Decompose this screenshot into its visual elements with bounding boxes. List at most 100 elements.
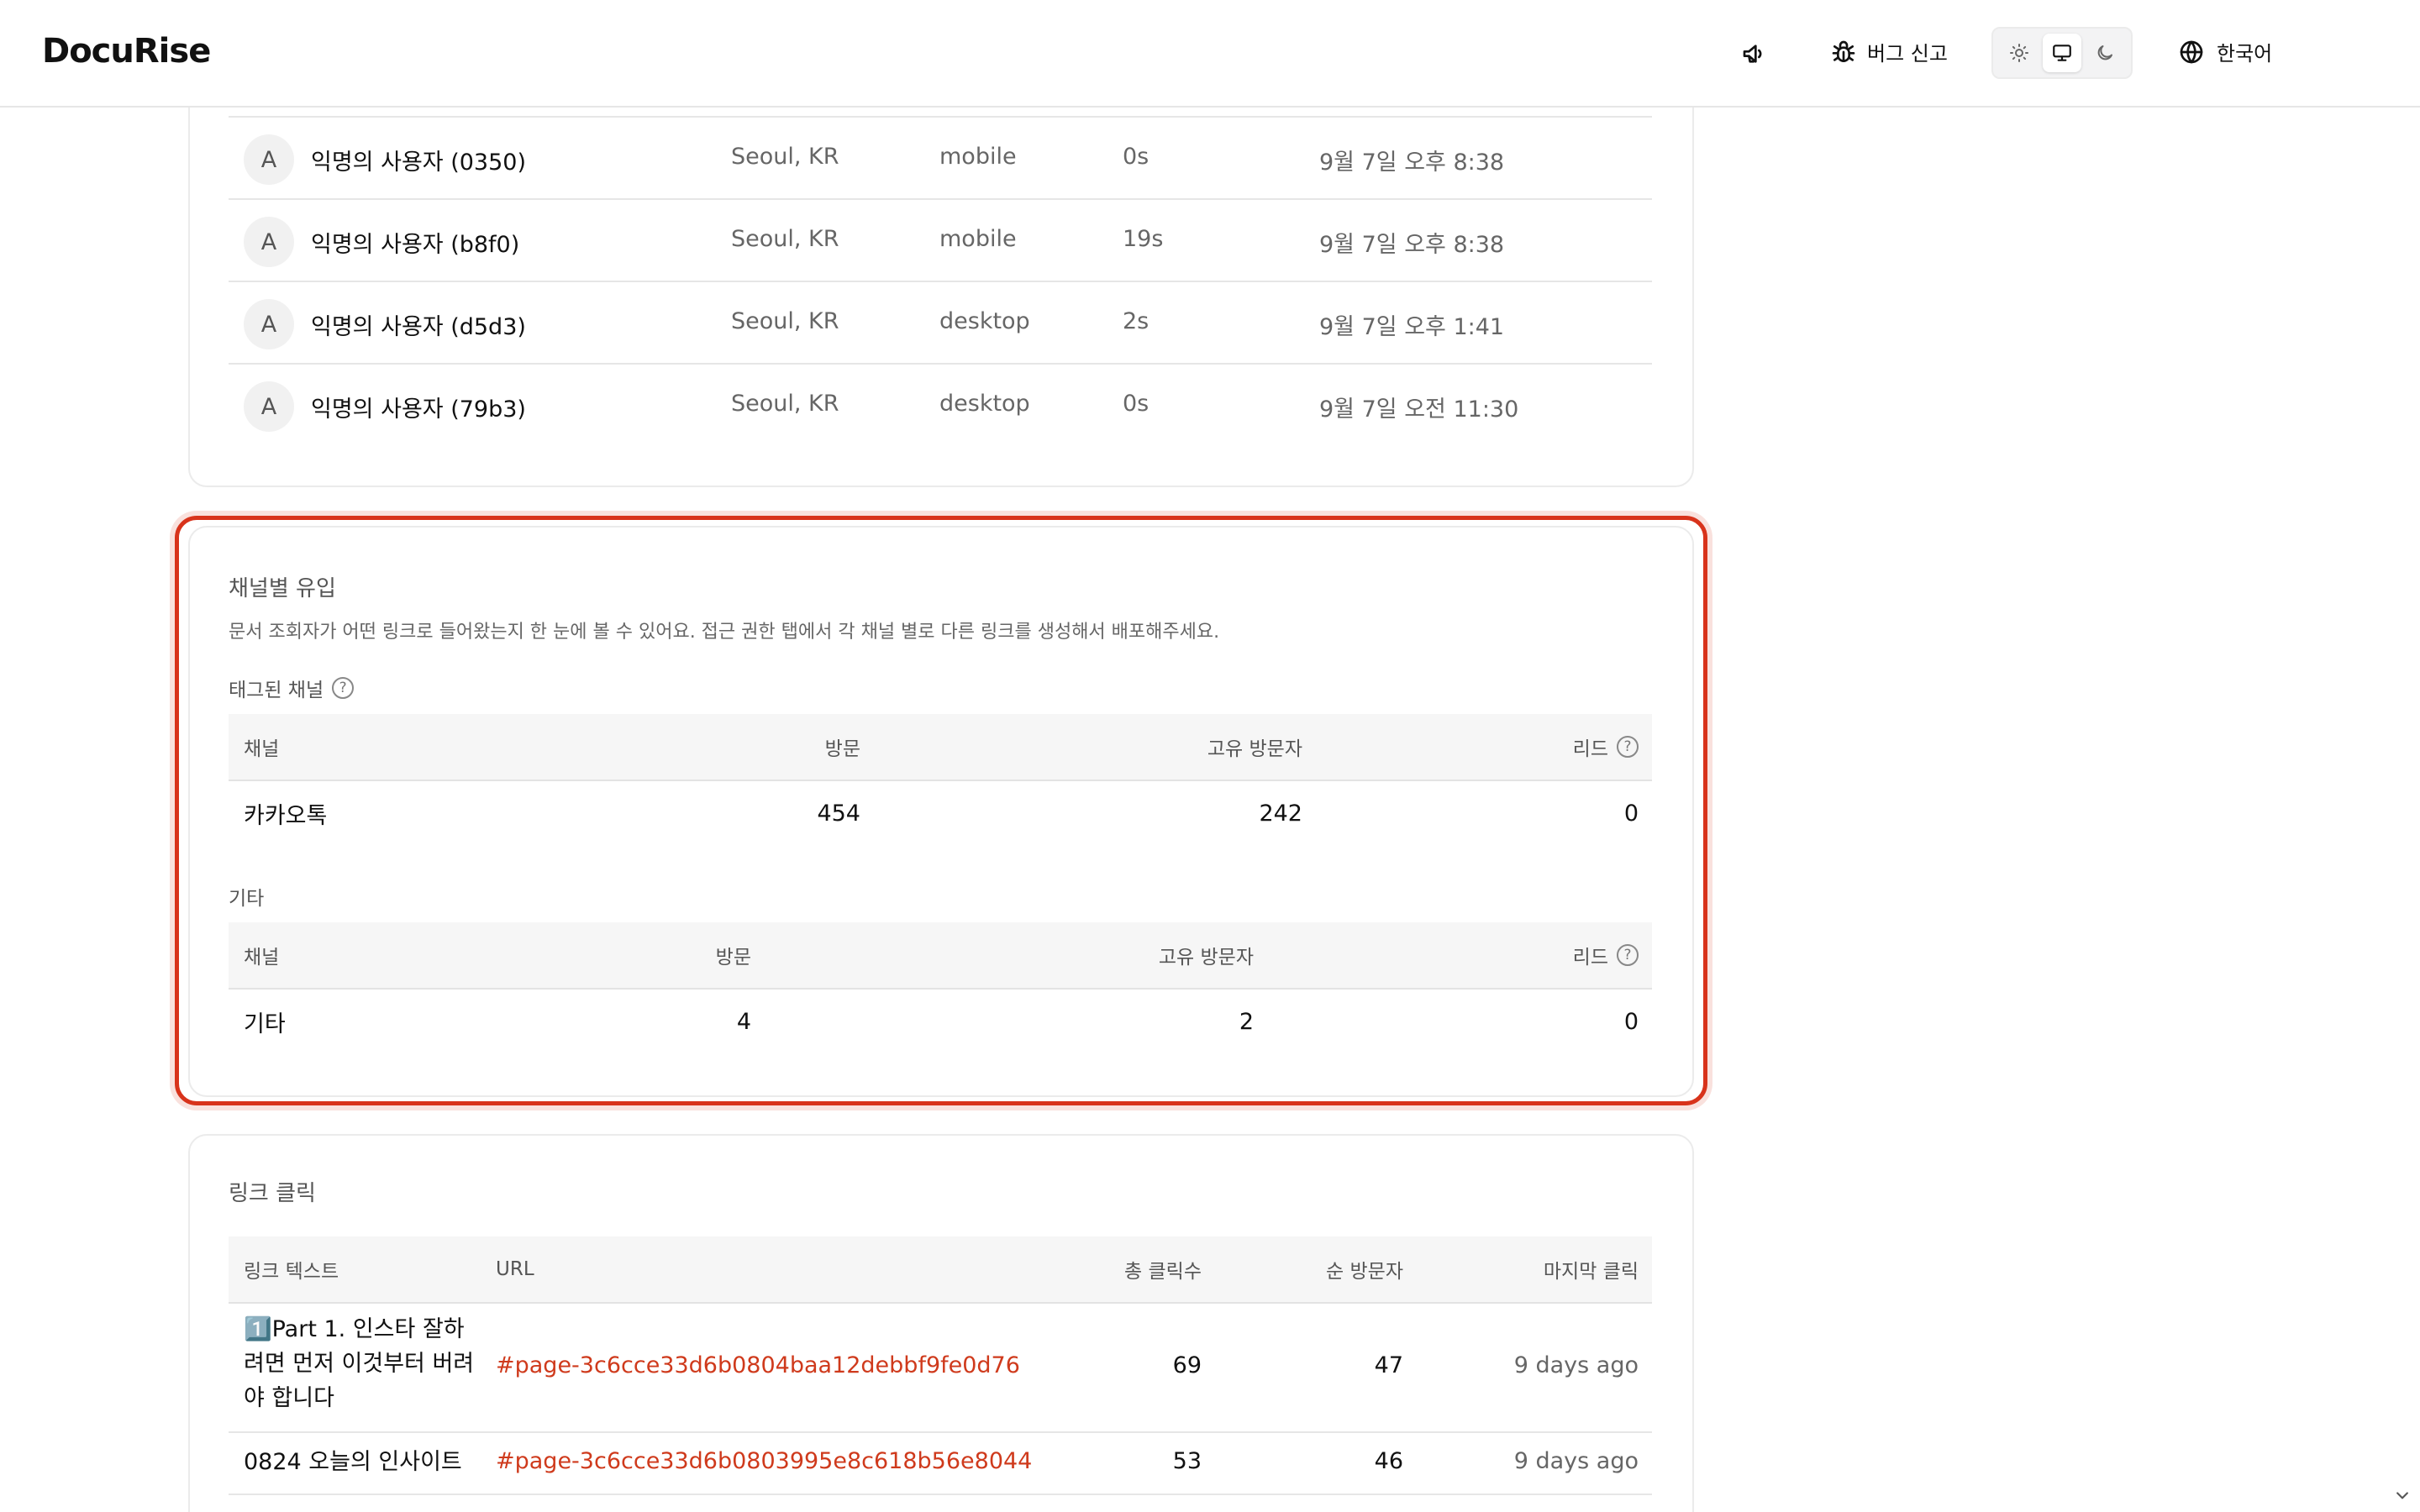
channel-visits: 454 [817, 800, 860, 827]
system-theme-button[interactable] [2042, 34, 2081, 72]
visitor-duration: 2s [1123, 308, 1150, 334]
link-text-line: 야 합니다 [244, 1385, 334, 1411]
visitor-row[interactable]: A 익명의 사용자 (79b3) Seoul, KR desktop 0s 9월… [229, 365, 1652, 447]
column-header-unique-visitors: 고유 방문자 [1158, 947, 1254, 969]
visitor-name: 익명의 사용자 (0350) [311, 150, 526, 176]
column-header-leads-text: 리드 [1572, 947, 1608, 969]
link-clicks-title: 링크 클릭 [229, 1181, 316, 1206]
channel-name: 기타 [244, 1011, 286, 1037]
logo[interactable]: DocuRise [42, 32, 211, 71]
megaphone-icon [1743, 45, 1762, 63]
dark-theme-button[interactable] [2086, 34, 2124, 72]
link-text-line: 0824 오늘의 인사이트 [244, 1449, 462, 1475]
visitor-row[interactable]: A 익명의 사용자 (b8f0) Seoul, KR mobile 19s 9월… [229, 200, 1652, 282]
column-header-visits: 방문 [824, 738, 860, 760]
last-click: 9 days ago [1513, 1448, 1639, 1474]
tagged-channel-label-text: 태그된 채널 [229, 680, 324, 701]
column-header-total-clicks: 총 클릭수 [1124, 1261, 1202, 1283]
visitor-duration: 19s [1123, 226, 1164, 252]
table-row[interactable]: 0824 오늘의 인사이트 #page-3c6cce33d6b0803995e8… [229, 1433, 1652, 1495]
visitor-name: 익명의 사용자 (79b3) [311, 396, 526, 423]
channel-unique-visitors: 242 [1259, 800, 1302, 827]
other-channel-label: 기타 [229, 882, 264, 911]
avatar: A [244, 217, 294, 267]
avatar: A [244, 381, 294, 432]
table-row[interactable]: 기타 4 2 0 [229, 990, 1652, 1053]
sun-icon [2010, 44, 2029, 62]
tagged-channel-label: 태그된 채널 ? [229, 674, 355, 702]
column-header-leads: 리드 ? [1573, 714, 1639, 780]
announcement-button[interactable] [1736, 35, 1773, 72]
bug-icon [1832, 40, 1855, 62]
link-url[interactable]: #page-3c6cce33d6b0804baa12debbf9fe0d76 [496, 1352, 1020, 1378]
visitor-name: 익명의 사용자 (b8f0) [311, 232, 520, 258]
channel-leads: 0 [1623, 1008, 1639, 1035]
link-text-line: 려면 먼저 이것부터 버려 [244, 1351, 475, 1377]
column-header-channel: 채널 [244, 738, 280, 760]
channel-section-description: 문서 조회자가 어떤 링크로 들어왔는지 한 눈에 볼 수 있어요. 접근 권한… [229, 622, 1220, 643]
visitor-location: Seoul, KR [731, 391, 839, 417]
visitor-location: Seoul, KR [731, 144, 839, 170]
column-header-link-text: 링크 텍스트 [244, 1261, 339, 1283]
visitor-name: 익명의 사용자 (d5d3) [311, 314, 526, 340]
language-label: 한국어 [2217, 42, 2273, 66]
visitor-row[interactable]: A 익명의 사용자 (0350) Seoul, KR mobile 0s 9월 … [229, 116, 1652, 200]
channel-visits: 4 [736, 1008, 751, 1035]
chevron-down-icon [2396, 1492, 2408, 1499]
total-clicks: 69 [1172, 1352, 1202, 1378]
link-text-line: 1️⃣Part 1. 인스타 잘하 [244, 1316, 465, 1342]
column-header-channel: 채널 [244, 947, 280, 969]
total-clicks: 53 [1172, 1448, 1202, 1474]
visitor-duration: 0s [1123, 391, 1150, 417]
visitor-device: desktop [939, 308, 1030, 334]
column-header-last-click: 마지막 클릭 [1543, 1261, 1639, 1283]
visitor-device: mobile [939, 226, 1017, 252]
visitor-time: 9월 7일 오후 1:41 [1319, 314, 1505, 340]
scroll-down-chevron[interactable] [2391, 1487, 2413, 1507]
other-channel-label-text: 기타 [229, 888, 265, 910]
channel-leads: 0 [1623, 800, 1639, 827]
monitor-icon [2053, 45, 2071, 61]
bug-report-label: 버그 신고 [1867, 42, 1948, 66]
channel-section-title: 채널별 유입 [229, 576, 336, 601]
visitor-device: desktop [939, 391, 1030, 417]
link-text: 1️⃣Part 1. 인스타 잘하 려면 먼저 이것부터 버려 야 합니다 [244, 1312, 474, 1415]
tagged-table-header: 채널 방문 고유 방문자 리드 ? [229, 714, 1652, 781]
bug-report-button[interactable]: 버그 신고 [1830, 37, 1948, 66]
column-header-leads-text: 리드 [1572, 738, 1608, 760]
other-table-header: 채널 방문 고유 방문자 리드 ? [229, 922, 1652, 990]
column-header-url: URL [496, 1258, 534, 1280]
channel-name: 카카오톡 [244, 802, 328, 829]
visitor-time: 9월 7일 오전 11:30 [1319, 396, 1519, 423]
channel-unique-visitors: 2 [1239, 1008, 1254, 1035]
top-header: DocuRise 버그 신고 한국어 [0, 0, 2420, 108]
unique-visitors: 46 [1374, 1448, 1403, 1474]
visitor-duration: 0s [1123, 144, 1150, 170]
visitor-time: 9월 7일 오후 8:38 [1319, 150, 1505, 176]
column-header-visits: 방문 [715, 947, 751, 969]
last-click: 9 days ago [1513, 1352, 1639, 1378]
help-icon[interactable]: ? [332, 677, 355, 699]
link-text: 0824 오늘의 인사이트 [244, 1445, 462, 1479]
table-row[interactable]: 1️⃣Part 1. 인스타 잘하 려면 먼저 이것부터 버려 야 합니다 #p… [229, 1304, 1652, 1433]
help-icon[interactable]: ? [1617, 944, 1639, 966]
language-selector[interactable]: 한국어 [2178, 37, 2272, 66]
theme-toggle-group [1991, 27, 2133, 79]
help-icon[interactable]: ? [1617, 736, 1639, 758]
column-header-leads: 리드 ? [1573, 922, 1639, 988]
column-header-unique-visitors: 고유 방문자 [1207, 738, 1302, 760]
table-row[interactable]: 카카오톡 454 242 0 [229, 781, 1652, 845]
moon-icon [2097, 45, 2112, 60]
link-clicks-table-header: 링크 텍스트 URL 총 클릭수 순 방문자 마지막 클릭 [229, 1236, 1652, 1304]
column-header-unique-visitors: 순 방문자 [1326, 1261, 1403, 1283]
unique-visitors: 47 [1374, 1352, 1403, 1378]
visitor-row[interactable]: A 익명의 사용자 (d5d3) Seoul, KR desktop 2s 9월… [229, 282, 1652, 365]
light-theme-button[interactable] [2000, 34, 2039, 72]
link-url[interactable]: #page-3c6cce33d6b0803995e8c618b56e8044 [496, 1448, 1032, 1474]
visitor-location: Seoul, KR [731, 308, 839, 334]
avatar: A [244, 134, 294, 185]
visitor-device: mobile [939, 144, 1017, 170]
avatar: A [244, 299, 294, 349]
globe-icon [2180, 40, 2203, 63]
visitor-time: 9월 7일 오후 8:38 [1319, 232, 1505, 258]
